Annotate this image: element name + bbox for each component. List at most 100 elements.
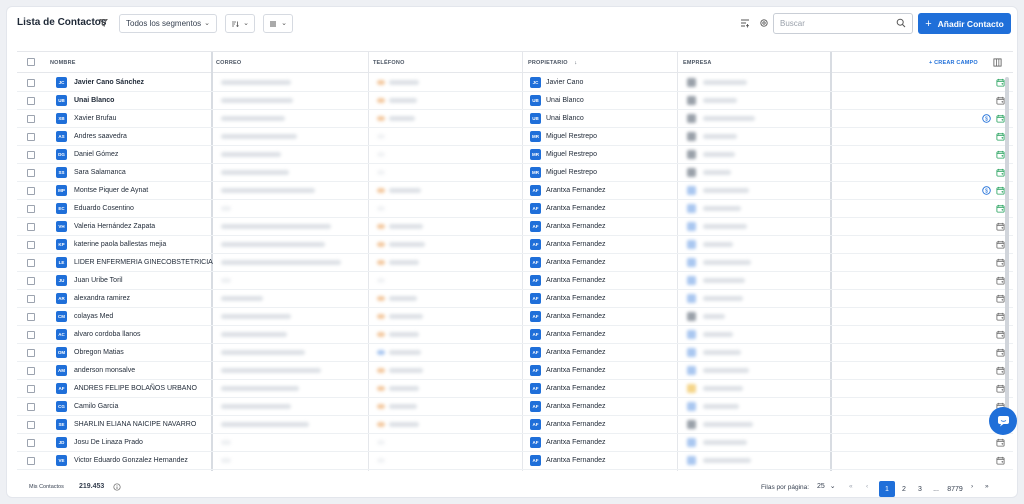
- email-value[interactable]: [221, 224, 331, 229]
- row-checkbox[interactable]: [27, 349, 35, 357]
- table-row[interactable]: VH Valeria Hernández Zapata AF Arantxa Fern…: [17, 218, 1013, 236]
- calendar-icon[interactable]: [996, 222, 1005, 231]
- owner-name[interactable]: Miguel Restrepo: [546, 169, 597, 176]
- email-value[interactable]: [221, 134, 297, 139]
- phone-value[interactable]: [389, 386, 419, 391]
- row-checkbox[interactable]: [27, 403, 35, 411]
- owner-name[interactable]: Arantxa Fernandez: [546, 385, 606, 392]
- owner-name[interactable]: Arantxa Fernandez: [546, 367, 606, 374]
- phone-value[interactable]: [389, 332, 419, 337]
- company-name[interactable]: [703, 458, 751, 463]
- filter-icon[interactable]: [99, 18, 108, 27]
- table-row[interactable]: AC alvaro cordoba llanos AF Arantxa Fernand…: [17, 326, 1013, 344]
- calendar-icon[interactable]: [996, 312, 1005, 321]
- company-name[interactable]: [703, 170, 731, 175]
- row-checkbox[interactable]: [27, 79, 35, 87]
- table-row[interactable]: AM anderson monsalve AF Arantxa Fernandez: [17, 362, 1013, 380]
- row-checkbox[interactable]: [27, 151, 35, 159]
- segment-select[interactable]: Todos los segmentos ⌄: [119, 14, 217, 33]
- contact-name[interactable]: Montse Piquer de Aynat: [74, 187, 148, 194]
- search-input[interactable]: Buscar: [773, 13, 913, 34]
- add-contact-button[interactable]: + Añadir Contacto: [918, 13, 1011, 34]
- phone-value[interactable]: [389, 422, 419, 427]
- info-icon[interactable]: [113, 483, 121, 491]
- first-page-icon[interactable]: «: [849, 483, 853, 490]
- contact-name[interactable]: Sara Salamanca: [74, 169, 126, 176]
- email-value[interactable]: [221, 98, 293, 103]
- calendar-icon[interactable]: [996, 240, 1005, 249]
- phone-value[interactable]: [389, 260, 419, 265]
- company-name[interactable]: [703, 314, 725, 319]
- row-checkbox[interactable]: [27, 367, 35, 375]
- row-checkbox[interactable]: [27, 97, 35, 105]
- phone-value[interactable]: [389, 404, 417, 409]
- table-row[interactable]: LE LIDER ENFERMERIA GINECOBSTETRICIA AF Ara…: [17, 254, 1013, 272]
- owner-name[interactable]: Arantxa Fernandez: [546, 313, 606, 320]
- company-name[interactable]: [703, 440, 747, 445]
- page-button-3[interactable]: 3: [912, 481, 928, 497]
- email-value[interactable]: [221, 80, 291, 85]
- owner-name[interactable]: Arantxa Fernandez: [546, 205, 606, 212]
- company-name[interactable]: [703, 188, 749, 193]
- row-checkbox[interactable]: [27, 295, 35, 303]
- coin-icon[interactable]: $: [982, 186, 991, 195]
- table-row[interactable]: CG Camilo Garcia AF Arantxa Fernandez: [17, 398, 1013, 416]
- phone-value[interactable]: [389, 296, 417, 301]
- owner-name[interactable]: Arantxa Fernandez: [546, 457, 606, 464]
- email-value[interactable]: [221, 314, 291, 319]
- email-value[interactable]: [221, 404, 291, 409]
- contact-name[interactable]: Obregon Matias: [74, 349, 124, 356]
- contact-name[interactable]: Victor Eduardo Gonzalez Hernandez: [74, 457, 188, 464]
- table-row[interactable]: JC Javier Cano Sánchez JC Javier Cano: [17, 74, 1013, 92]
- phone-value[interactable]: [389, 188, 421, 193]
- company-name[interactable]: [703, 80, 747, 85]
- calendar-icon[interactable]: [996, 132, 1005, 141]
- company-name[interactable]: [703, 224, 747, 229]
- contact-name[interactable]: ANDRES FELIPE BOLAÑOS URBANO: [74, 385, 197, 392]
- col-header-company[interactable]: EMPRESA: [683, 60, 712, 66]
- contact-name[interactable]: alexandra ramirez: [74, 295, 130, 302]
- calendar-icon[interactable]: [996, 114, 1005, 123]
- view-select[interactable]: ⌄: [263, 14, 293, 33]
- row-checkbox[interactable]: [27, 259, 35, 267]
- row-checkbox[interactable]: [27, 313, 35, 321]
- table-row[interactable]: AR alexandra ramirez AF Arantxa Fernandez: [17, 290, 1013, 308]
- col-header-email[interactable]: CORREO: [216, 60, 241, 66]
- calendar-icon[interactable]: [996, 366, 1005, 375]
- company-name[interactable]: [703, 152, 735, 157]
- owner-name[interactable]: Arantxa Fernandez: [546, 331, 606, 338]
- contact-name[interactable]: Camilo Garcia: [74, 403, 118, 410]
- prev-page-icon[interactable]: ‹: [866, 483, 868, 490]
- table-row[interactable]: OM Obregon Matias AF Arantxa Fernandez: [17, 344, 1013, 362]
- email-value[interactable]: [221, 422, 309, 427]
- next-page-icon[interactable]: ›: [971, 483, 973, 490]
- calendar-icon[interactable]: [996, 456, 1005, 465]
- col-header-name[interactable]: NOMBRE: [50, 60, 76, 66]
- company-name[interactable]: [703, 422, 753, 427]
- col-header-phone[interactable]: TELÉFONO: [373, 60, 405, 66]
- table-row[interactable]: MP Montse Piquer de Aynat AF Arantxa Fernan…: [17, 182, 1013, 200]
- row-checkbox[interactable]: [27, 241, 35, 249]
- calendar-icon[interactable]: [996, 258, 1005, 267]
- email-value[interactable]: [221, 296, 263, 301]
- table-row[interactable]: KP katerine paola ballestas mejia AF Arantx…: [17, 236, 1013, 254]
- company-name[interactable]: [703, 350, 741, 355]
- phone-value[interactable]: [389, 116, 415, 121]
- col-header-owner[interactable]: PROPIETARIO ↓: [528, 60, 577, 66]
- row-checkbox[interactable]: [27, 169, 35, 177]
- email-value[interactable]: [221, 242, 325, 247]
- company-name[interactable]: [703, 296, 743, 301]
- company-name[interactable]: [703, 332, 733, 337]
- email-value[interactable]: [221, 332, 287, 337]
- company-name[interactable]: [703, 116, 755, 121]
- table-row[interactable]: AF ANDRES FELIPE BOLAÑOS URBANO AF Arantxa …: [17, 380, 1013, 398]
- company-name[interactable]: [703, 404, 739, 409]
- contact-name[interactable]: SHARLIN ELIANA NAICIPE NAVARRO: [74, 421, 196, 428]
- phone-value[interactable]: [389, 98, 417, 103]
- owner-name[interactable]: Arantxa Fernandez: [546, 295, 606, 302]
- phone-value[interactable]: [389, 242, 425, 247]
- owner-name[interactable]: Arantxa Fernandez: [546, 277, 606, 284]
- row-checkbox[interactable]: [27, 223, 35, 231]
- contact-name[interactable]: anderson monsalve: [74, 367, 135, 374]
- row-checkbox[interactable]: [27, 457, 35, 465]
